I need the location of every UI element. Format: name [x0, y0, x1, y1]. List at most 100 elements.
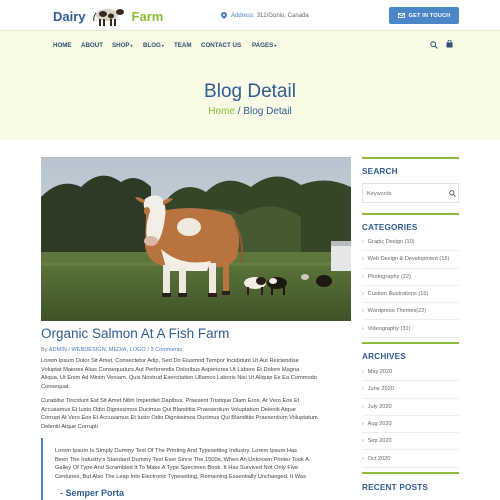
category-label: Web Design & Development (15) — [367, 256, 450, 263]
address-label: Address: — [231, 12, 255, 19]
logo-word-farm: Farm — [131, 8, 164, 24]
chevron-right-icon: › — [362, 403, 364, 410]
logo-word-dairy: Dairy — [53, 8, 86, 24]
archives-widget-title: ARCHIVES — [362, 352, 406, 361]
paragraph-line: Consequat. — [41, 383, 71, 390]
page-title: Blog Detail — [204, 81, 296, 102]
archive-item[interactable]: › July 2020 — [362, 399, 459, 416]
blockquote: Lorem Ipsum Is Simply Dummy Text Of The … — [41, 438, 353, 500]
get-in-touch-button[interactable]: GET IN TOUCH — [389, 7, 459, 24]
location-pin-icon — [221, 12, 227, 19]
recent-posts-widget-title: RECENT POSTS — [362, 483, 429, 492]
categories-list: › Grapic Design (10) › Web Design & Develo… — [362, 234, 459, 338]
chevron-right-icon: › — [362, 273, 364, 280]
quote-line: Been The Industry's Standard Dummy Text … — [55, 456, 309, 463]
widget-divider — [362, 213, 459, 215]
nav-item-pages[interactable]: PAGES▾ — [252, 42, 276, 49]
page-hero: Blog Detail Home / Blog Detail — [0, 60, 500, 140]
category-item[interactable]: › Photography (22) — [362, 269, 459, 286]
paragraph-line: Deleniti Atque Corrupti — [41, 423, 98, 430]
archive-item[interactable]: › Sep 2020 — [362, 433, 459, 451]
breadcrumb-home-link[interactable]: Home — [208, 106, 235, 117]
post-title: Organic Salmon At A Fish Farm — [41, 326, 230, 341]
post-paragraph-1: Lorem Ipsum Dolor Sit Amet, Consectetur … — [41, 357, 353, 391]
archive-label: July 2020 — [367, 403, 392, 410]
post-featured-image — [41, 157, 351, 321]
meta-author-link[interactable]: ADMIN — [49, 347, 67, 353]
archives-list: › May 2020 › June 2020 › July 2020 › Aug 202… — [362, 364, 459, 468]
chevron-right-icon: › — [362, 291, 364, 298]
archive-label: Oct 2020 — [367, 455, 391, 462]
search-icon[interactable] — [449, 190, 456, 197]
cow-photo — [41, 157, 351, 321]
nav-label: HOME — [53, 42, 72, 49]
chevron-right-icon: › — [362, 438, 364, 445]
paragraph-line: Aliqua, Ut Enim Ad Minim Veniam, Quis No… — [41, 375, 317, 381]
chevron-down-icon: ▾ — [161, 43, 164, 48]
nav-label: CONTACT US — [201, 42, 242, 49]
get-in-touch-label: GET IN TOUCH — [408, 12, 451, 19]
paragraph-line: Voluptat Maiores Alias Consequaturs Aut … — [41, 366, 300, 373]
chevron-right-icon: › — [362, 308, 364, 315]
chevron-right-icon: › — [362, 239, 364, 246]
address-value: 312/Gonio, Canada — [256, 12, 309, 19]
shopping-bag-icon[interactable] — [446, 40, 453, 48]
search-input[interactable] — [367, 188, 443, 199]
category-item[interactable]: › Custom Illustrations (16) — [362, 286, 459, 304]
category-label: Videography (31) — [367, 325, 411, 332]
archive-label: May 2020 — [367, 369, 393, 376]
quote-line: Galley Of Type And Scrambled It To Make … — [55, 465, 299, 471]
archive-item[interactable]: › Aug 2020 — [362, 416, 459, 434]
post-paragraph-2: Curabitur Tincidunt Est Sit Amet Nibh Im… — [41, 397, 353, 431]
archive-label: Aug 2020 — [367, 421, 392, 428]
chevron-down-icon: ▾ — [274, 43, 277, 48]
nav-label: ABOUT — [81, 42, 103, 49]
chevron-right-icon: › — [362, 325, 364, 332]
archive-item[interactable]: › May 2020 — [362, 364, 459, 382]
quote-text: Lorem Ipsum Is Simply Dummy Text Of The … — [55, 447, 309, 481]
paragraph-line: Lorem Ipsum Dolor Sit Amet, Consectetur … — [41, 358, 299, 364]
paragraph-line: Corrupt At Vero Eos Et Accusamus Et Iust… — [41, 415, 318, 421]
search-widget-title: SEARCH — [362, 167, 398, 176]
nav-item-blog[interactable]: BLOG▾ — [143, 42, 164, 49]
paragraph-line: Curabitur Tincidunt Est Sit Amet Nibh Im… — [41, 398, 300, 404]
chevron-right-icon: › — [362, 421, 364, 428]
breadcrumb: Home / Blog Detail — [0, 106, 500, 117]
meta-categories-link[interactable]: WEBDESIGN, MEDIA, LOGO — [71, 347, 145, 353]
nav-item-shop[interactable]: SHOP▾ — [112, 42, 133, 49]
search-box — [362, 183, 459, 203]
category-item[interactable]: › Wordpress Themes(22) — [362, 303, 459, 321]
search-icon[interactable] — [430, 41, 438, 49]
category-item[interactable]: › Grapic Design (10) — [362, 234, 459, 252]
meta-comments-link[interactable]: 3 Comments — [150, 347, 182, 353]
quote-author: - Semper Porta — [60, 488, 125, 498]
archive-item[interactable]: › Oct 2020 — [362, 450, 459, 468]
chevron-right-icon: › — [362, 455, 364, 462]
category-item[interactable]: › Videography (31) — [362, 320, 459, 338]
post-meta: By ADMIN / WEBDESIGN, MEDIA, LOGO / 3 Co… — [41, 347, 182, 353]
chevron-right-icon: › — [362, 369, 364, 376]
nav-item-home[interactable]: HOME — [53, 42, 72, 49]
quote-line: Lorem Ipsum Is Simply Dummy Text Of The … — [55, 448, 298, 454]
category-label: Grapic Design (10) — [367, 239, 415, 246]
envelope-icon — [397, 13, 405, 18]
widget-divider — [362, 472, 459, 474]
category-label: Wordpress Themes(22) — [367, 308, 427, 315]
nav-item-team[interactable]: TEAM — [174, 42, 192, 49]
nav-label: TEAM — [174, 42, 192, 49]
paragraph-line: Accusamus Et Iusto Odio Dignissimos Duci… — [41, 406, 296, 413]
nav-label: BLOG — [143, 42, 161, 49]
archive-item[interactable]: › June 2020 — [362, 381, 459, 399]
archive-label: Sep 2020 — [367, 438, 392, 445]
nav-label: SHOP — [112, 42, 130, 49]
site-logo[interactable]: Dairy Farm — [53, 3, 163, 29]
category-item[interactable]: › Web Design & Development (15) — [362, 251, 459, 269]
nav-item-about[interactable]: ABOUT — [81, 42, 103, 49]
main-nav: HOME ABOUT SHOP▾ BLOG▾ TEAM CONTACT US P… — [0, 30, 500, 60]
category-label: Photography (22) — [367, 273, 411, 280]
nav-item-contact[interactable]: CONTACT US — [201, 42, 241, 49]
widget-divider — [362, 342, 459, 344]
category-label: Custom Illustrations (16) — [367, 291, 429, 298]
chevron-down-icon: ▾ — [130, 43, 133, 48]
nav-label: PAGES — [252, 42, 274, 49]
